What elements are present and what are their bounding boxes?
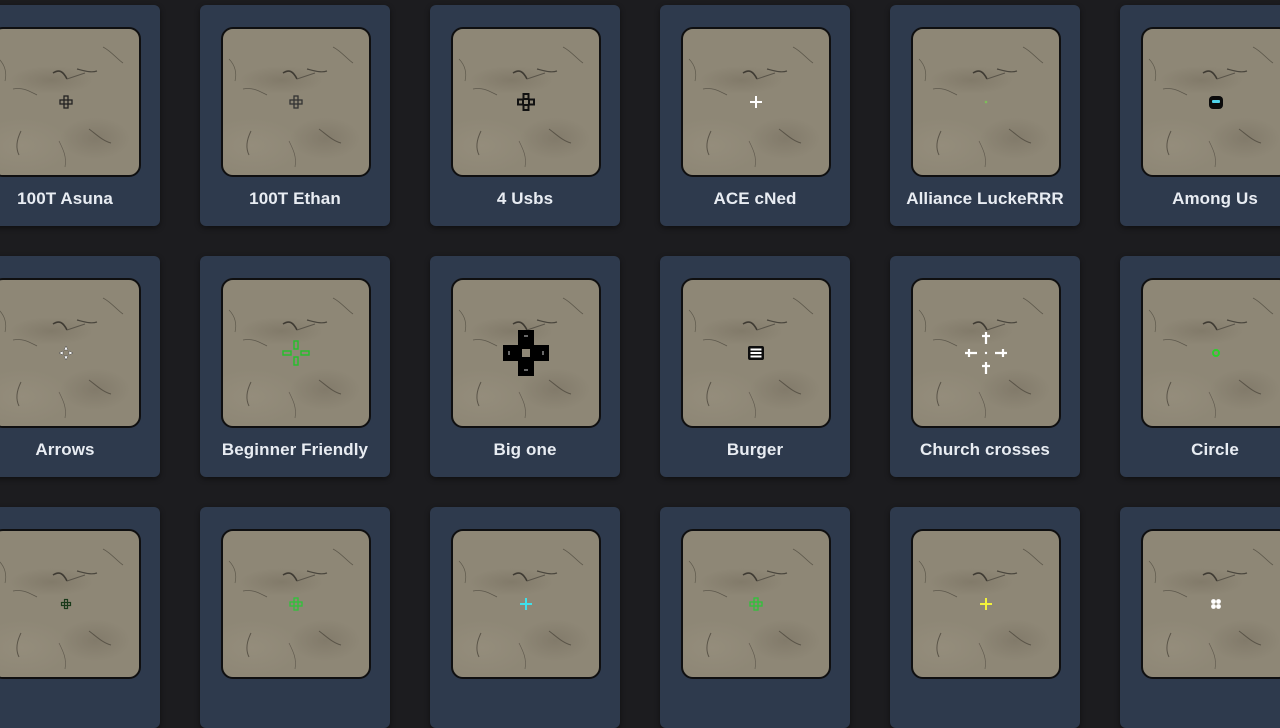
crosshair-card[interactable]: 100T Ethan [200,5,390,226]
crosshair-name: Church crosses [920,440,1050,459]
crosshair-outlined-plus-icon [289,95,303,109]
crosshair-card[interactable] [0,507,160,728]
crosshair-card[interactable] [1120,507,1280,728]
crosshair-preview [681,529,831,679]
crosshair-dot-icon [984,100,988,104]
crosshair-card[interactable]: Church crosses [890,256,1080,477]
crosshair-name: Circle [1191,440,1239,459]
crosshair-preview [0,529,141,679]
crosshair-four-blocks-icon [517,93,535,111]
crosshair-card[interactable] [200,507,390,728]
crosshair-card[interactable] [660,507,850,728]
crosshair-name: ACE cNed [713,189,797,208]
crosshair-name: 4 Usbs [496,189,554,208]
crosshair-name: Among Us [1172,189,1258,208]
crosshair-card[interactable]: Arrows [0,256,160,477]
crosshair-name: Big one [493,440,557,459]
crosshair-name: Beginner Friendly [221,440,369,459]
crosshair-name: 100T Ethan [249,189,341,208]
crosshair-name: Arrows [35,440,95,459]
crosshair-name: 100T Asuna [17,189,113,208]
crosshair-preview [911,529,1061,679]
crosshair-preview [681,278,831,428]
crosshair-outlined-plus-icon [59,95,73,109]
crosshair-burger-icon [748,346,764,360]
crosshair-preview [221,27,371,177]
crosshair-outlined-plus-icon [289,597,303,611]
crosshair-among-us-icon [1209,96,1223,109]
crosshair-card[interactable] [430,507,620,728]
crosshair-preview [1141,27,1280,177]
crosshair-plus-icon [980,598,992,610]
crosshair-preview [1141,278,1280,428]
crosshair-card[interactable]: ACE cNed [660,5,850,226]
crosshair-preview [221,529,371,679]
crosshair-name: Alliance LuckeRRR [906,189,1064,208]
crosshair-big-plus-icon [503,330,549,376]
crosshair-preview [911,278,1061,428]
crosshair-preview [0,27,141,177]
crosshair-card[interactable]: Beginner Friendly [200,256,390,477]
crosshair-preview [221,278,371,428]
crosshair-card[interactable]: 100T Asuna [0,5,160,226]
crosshair-circle-icon [1212,349,1220,357]
crosshair-preview [911,27,1061,177]
crosshair-grid: 100T Asuna 100T Ethan 4 Usbs ACE cNed Allian… [0,5,1280,728]
crosshair-card[interactable] [890,507,1080,728]
crosshair-outlined-plus-icon [749,597,763,611]
crosshair-preview [451,278,601,428]
crosshair-preview [0,278,141,428]
crosshair-arrows-icon [58,345,74,361]
crosshair-plus-icon [750,96,762,108]
crosshair-quad-dots-icon [1211,599,1221,609]
crosshair-card[interactable]: 4 Usbs [430,5,620,226]
crosshair-small-plus-icon [60,598,72,610]
crosshair-preview [451,27,601,177]
crosshair-preview [1141,529,1280,679]
crosshair-card[interactable]: Big one [430,256,620,477]
crosshair-name: Burger [726,440,784,459]
crosshair-preview [451,529,601,679]
crosshair-card[interactable]: Burger [660,256,850,477]
crosshair-card[interactable]: Alliance LuckeRRR [890,5,1080,226]
crosshair-gap-plus-icon [282,340,310,366]
crosshair-church-crosses-icon [965,332,1007,374]
crosshair-preview [681,27,831,177]
crosshair-card[interactable]: Circle [1120,256,1280,477]
crosshair-plus-icon [520,598,532,610]
crosshair-card[interactable]: Among Us [1120,5,1280,226]
